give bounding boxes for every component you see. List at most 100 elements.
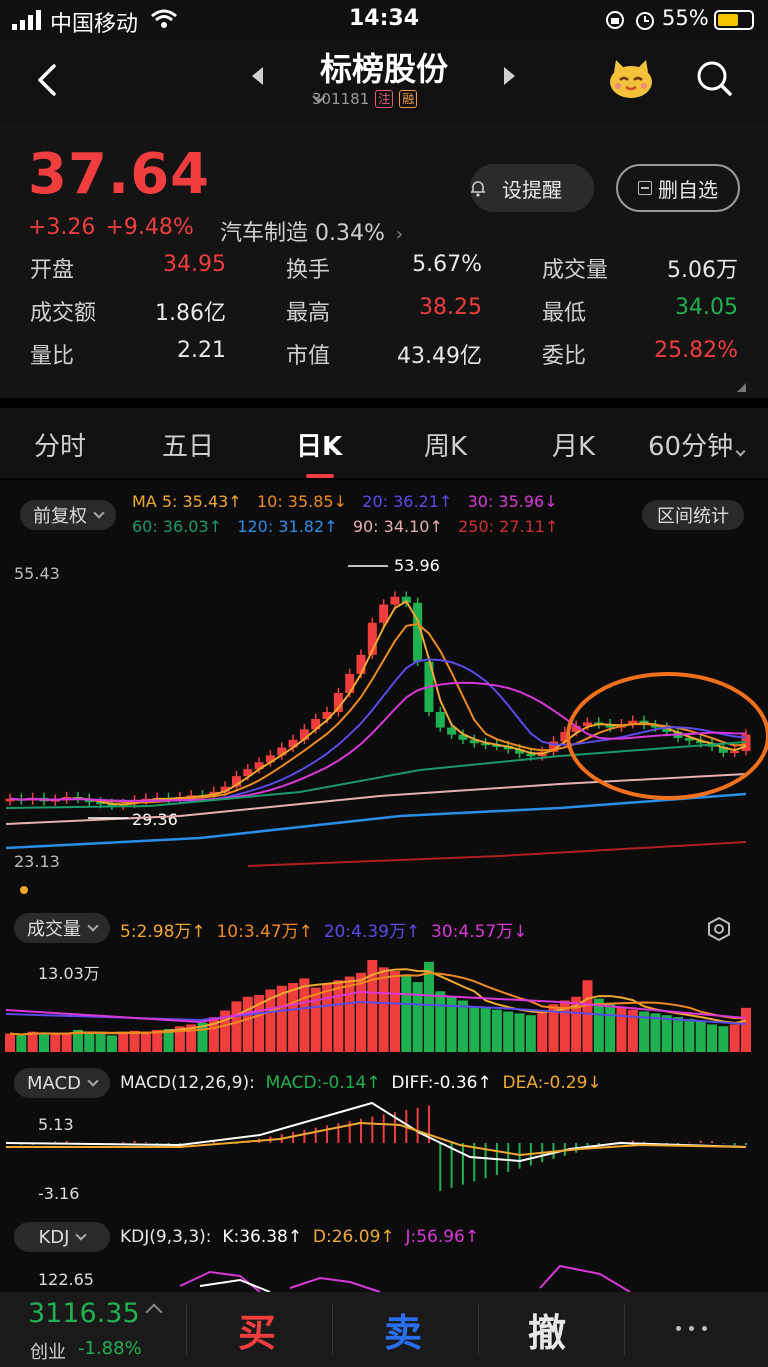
stat-order-ratio: 委比 25.82%	[542, 338, 738, 369]
volume-chart[interactable]	[0, 952, 768, 1062]
macd-histogram-bar	[688, 1142, 691, 1143]
buy-button[interactable]: 买	[238, 1302, 276, 1357]
macd-chart[interactable]	[0, 1101, 768, 1215]
tab-intraday[interactable]: 分时	[34, 426, 86, 463]
tab-monthly-k[interactable]: 月K	[552, 426, 595, 463]
volume-indicator-dropdown[interactable]: 成交量	[14, 913, 110, 943]
volume-bar	[95, 1033, 106, 1052]
macd-histogram-bar	[326, 1125, 329, 1143]
volume-bar	[288, 983, 299, 1052]
volume-legend: 5:2.98万↑ 10:3.47万↑ 20:4.39万↑ 30:4.57万↓	[120, 917, 527, 942]
vol-ma20: 20:4.39万↑	[323, 922, 421, 942]
tab-five-day[interactable]: 五日	[162, 426, 214, 463]
volume-indicator-label: 成交量	[27, 919, 81, 940]
stat-high: 最高 38.25	[286, 295, 482, 326]
stat-amount: 成交额 1.86亿	[30, 301, 226, 326]
status-bar: 中国移动 14:34 55%	[0, 0, 768, 40]
bell-icon	[471, 181, 485, 197]
volume-bar	[5, 1033, 15, 1052]
mascot-avatar-icon[interactable]	[606, 56, 656, 100]
candle-body	[356, 654, 366, 674]
sector-label: 汽车制造 0.34%	[220, 221, 385, 246]
volume-bar	[605, 1004, 616, 1052]
volume-bar	[435, 991, 446, 1052]
price-change: +3.26 +9.48%	[28, 215, 204, 240]
settings-hexagon-icon[interactable]	[706, 916, 732, 942]
remove-watchlist-button[interactable]: 删自选	[616, 164, 740, 212]
kdj-params: KDJ(9,3,3):	[120, 1227, 212, 1247]
volume-bar	[401, 974, 412, 1052]
quote-panel: 37.64 +3.26 +9.48% 汽车制造 0.34% › 设提醒 删自选 开…	[0, 122, 768, 398]
volume-bar	[514, 1013, 525, 1052]
macd-histogram-bar	[733, 1143, 736, 1146]
vol-ma5: 5:2.98万↑	[120, 922, 206, 942]
chevron-up-icon	[145, 1303, 163, 1321]
battery-percent: 55%	[662, 6, 709, 30]
kdj-indicator-dropdown[interactable]: KDJ	[14, 1222, 110, 1252]
volume-bar	[457, 1000, 468, 1052]
battery-icon	[714, 10, 754, 30]
volume-bar	[480, 1007, 491, 1052]
macd-histogram-bar	[439, 1143, 442, 1191]
macd-params: MACD(12,26,9):	[120, 1073, 255, 1093]
period-tabs: 分时 五日 日K 周K 月K 60分钟	[0, 408, 768, 478]
alarm-icon	[636, 12, 654, 30]
volume-bar	[503, 1011, 514, 1052]
macd-histogram-bar	[745, 1143, 747, 1146]
candle-body	[345, 673, 355, 693]
volume-bar	[616, 1007, 627, 1052]
volume-bar	[84, 1031, 95, 1052]
stat-low: 最低 34.05	[542, 295, 738, 326]
volume-bar	[38, 1032, 49, 1052]
kdj-j-value: J:56.96↑	[405, 1227, 480, 1247]
sector-link[interactable]: 汽车制造 0.34% ›	[220, 215, 403, 247]
ma90-line	[5, 773, 747, 825]
volume-bar	[310, 987, 321, 1052]
stat-volume: 成交量 5.06万	[542, 258, 738, 283]
stock-code-line[interactable]: 301181 注 融	[312, 90, 418, 108]
macd-histogram-bar	[416, 1107, 419, 1143]
chevron-down-icon	[87, 1075, 99, 1087]
volume-bar	[299, 978, 310, 1052]
tab-weekly-k[interactable]: 周K	[424, 426, 467, 463]
next-stock-arrow-icon[interactable]	[504, 67, 515, 85]
divider	[332, 1304, 333, 1356]
volume-bar	[593, 998, 604, 1052]
macd-histogram-bar	[371, 1116, 374, 1143]
change-amount: +3.26	[28, 215, 96, 240]
candlestick-chart[interactable]	[0, 480, 768, 900]
stat-turnover: 换手 5.67%	[286, 252, 482, 283]
kdj-chart[interactable]	[0, 1262, 768, 1293]
macd-histogram-bar	[133, 1141, 136, 1143]
stock-header: 标榜股份 301181 注 融	[0, 40, 768, 122]
candle-body	[730, 751, 740, 754]
sell-button[interactable]: 卖	[384, 1302, 422, 1357]
stat-open: 开盘 34.95	[30, 252, 226, 283]
tab-daily-k[interactable]: 日K	[296, 426, 342, 463]
search-icon[interactable]	[694, 58, 734, 98]
volume-bar	[344, 976, 355, 1052]
expand-corner-icon[interactable]	[737, 383, 746, 392]
macd-histogram-bar	[144, 1141, 147, 1143]
divider	[478, 1304, 479, 1356]
tab-60-minute[interactable]: 60分钟	[648, 426, 746, 463]
volume-bar	[50, 1034, 61, 1052]
kdj-d-value: D:26.09↑	[312, 1227, 395, 1247]
macd-indicator-dropdown[interactable]: MACD	[14, 1068, 110, 1098]
chevron-down-icon	[312, 95, 326, 104]
macd-value: MACD:-0.14↑	[265, 1073, 381, 1093]
volume-bar	[695, 1020, 706, 1052]
registration-tag: 注	[375, 90, 394, 108]
vol-ma30: 30:4.57万↓	[431, 922, 528, 942]
volume-bar	[322, 983, 333, 1052]
more-options-icon[interactable]	[676, 1326, 707, 1331]
bottom-trade-bar: 3116.35 创业 -1.88% 买 卖 撤	[0, 1292, 768, 1367]
set-alert-button[interactable]: 设提醒	[470, 164, 594, 212]
volume-bar	[729, 1024, 740, 1052]
active-tab-indicator	[306, 474, 334, 478]
volume-bar	[61, 1033, 72, 1052]
cancel-order-button[interactable]: 撤	[528, 1302, 566, 1357]
volume-bar	[118, 1032, 129, 1052]
volume-bar	[140, 1031, 151, 1052]
rotation-lock-icon	[606, 11, 624, 29]
